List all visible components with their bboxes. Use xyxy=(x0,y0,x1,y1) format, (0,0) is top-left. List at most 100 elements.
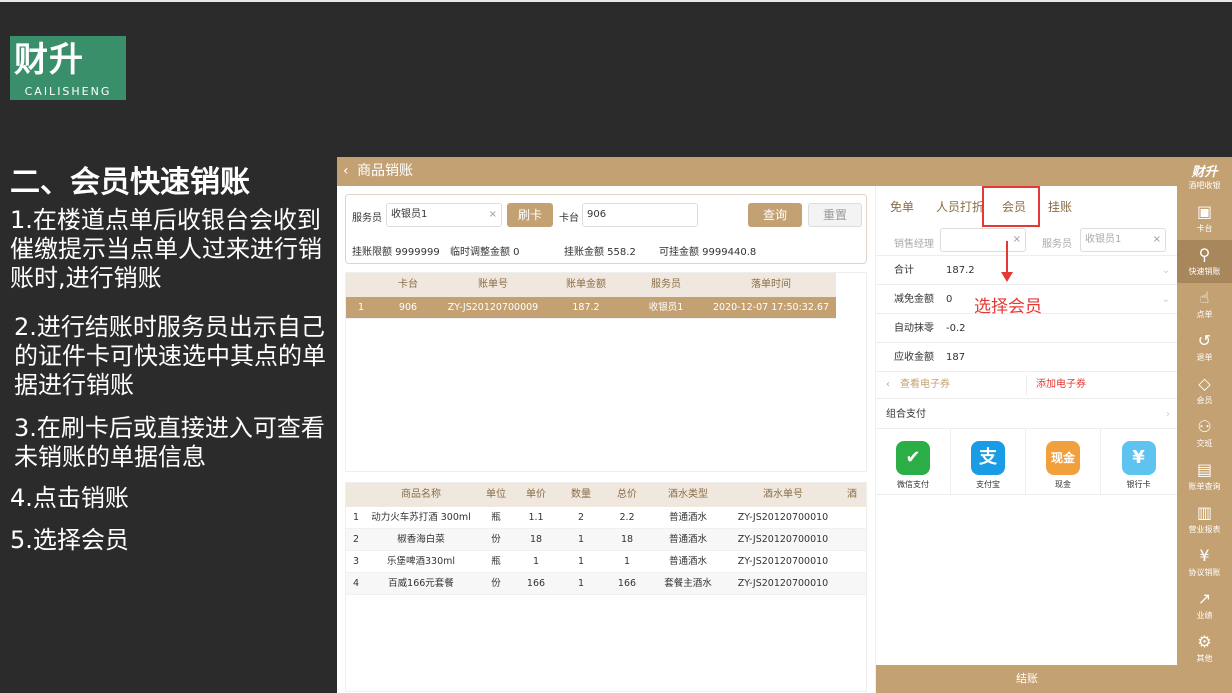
cell: 瓶 xyxy=(491,556,501,567)
item-row[interactable]: 1 动力火车苏打酒 300ml 瓶 1.1 2 2.2 普通酒水 ZY-JS20… xyxy=(346,507,866,529)
chevron-right-icon[interactable]: › xyxy=(1166,400,1170,429)
tab-credit[interactable]: 挂账 xyxy=(1048,198,1072,215)
sidebar-item-quick-settle[interactable]: ⚲ 快速销账 xyxy=(1177,240,1232,283)
report-icon: ▥ xyxy=(1196,503,1213,522)
clear-icon[interactable]: × xyxy=(1153,229,1161,251)
credit-limit: 挂账限额 9999999 xyxy=(352,247,440,258)
cell: 1 xyxy=(623,556,631,567)
server-value: 收银员1 xyxy=(1085,234,1122,245)
col-header: 服务员 xyxy=(651,279,681,290)
annotation-arrow xyxy=(1006,241,1008,273)
items-table: 商品名称 单位 单价 数量 总价 酒水类型 酒水单号 酒 1 动力火车苏打酒 3… xyxy=(345,482,867,692)
rounding-value: -0.2 xyxy=(946,323,966,334)
cell: 普通酒水 xyxy=(668,534,707,545)
document-icon: ▤ xyxy=(1196,460,1213,479)
sidebar-item-agreement[interactable]: ¥ 协议销账 xyxy=(1177,541,1232,584)
sidebar-item-bill-query[interactable]: ▤ 账单查询 xyxy=(1177,455,1232,498)
annotation-label: 选择会员 xyxy=(974,297,1042,317)
step-3: 3.在刷卡后或直接进入可查看未销账的单据信息 xyxy=(14,414,325,471)
cell: 1 xyxy=(577,534,585,545)
cash-button[interactable]: 现金 现金 xyxy=(1026,429,1101,495)
combo-pay-row[interactable]: 组合支付 › xyxy=(876,400,1178,429)
sidebar-item-label: 退单 xyxy=(1196,353,1213,362)
clear-icon[interactable]: × xyxy=(1013,229,1021,251)
manager-select[interactable]: × xyxy=(940,228,1026,252)
item-row[interactable]: 4 百威166元套餐 份 166 1 166 套餐主酒水 ZY-JS201207… xyxy=(346,573,866,595)
bill-row[interactable]: 1 906 ZY-JS20120700009 187.2 收银员1 2020-1… xyxy=(346,297,836,319)
col-header: 账单金额 xyxy=(566,279,606,290)
payment-label: 微信支付 xyxy=(897,480,929,489)
cell: ZY-JS20120700010 xyxy=(737,556,829,567)
sidebar-item-reports[interactable]: ▥ 营业报表 xyxy=(1177,498,1232,541)
query-button[interactable]: 查询 xyxy=(748,203,802,227)
sidebar-item-refund[interactable]: ↺ 退单 xyxy=(1177,326,1232,369)
left-panel: 服务员 收银员1 × 刷卡 卡台 906 查询 重置 挂账限额 9999999 临… xyxy=(337,186,875,693)
item-row[interactable]: 2 椒香海白菜 份 18 1 18 普通酒水 ZY-JS20120700010 xyxy=(346,529,866,551)
sidebar-item-shift[interactable]: ⚇ 交班 xyxy=(1177,412,1232,455)
cell: 瓶 xyxy=(491,512,501,523)
coupon-row: ‹ 查看电子券 添加电子券 xyxy=(876,371,1178,399)
sidebar-item-label: 快速销账 xyxy=(1188,267,1221,276)
swipe-card-button[interactable]: 刷卡 xyxy=(507,203,553,227)
cell: 3 xyxy=(352,556,360,567)
combo-pay-label: 组合支付 xyxy=(886,409,926,420)
wechat-pay-button[interactable]: ✔ 微信支付 xyxy=(876,429,951,495)
chevron-left-icon[interactable]: ‹ xyxy=(886,371,890,399)
tab-staff-discount[interactable]: 人员打折 xyxy=(936,198,984,215)
sidebar-header: 财升 酒吧收银 xyxy=(1177,157,1232,197)
cailisheng-logo: 财升 CAILISHENG xyxy=(10,36,126,100)
sidebar-item-tables[interactable]: ▣ 卡台 xyxy=(1177,197,1232,240)
col-header: 落单时间 xyxy=(751,279,791,290)
bills-table: 卡台 账单号 账单金额 服务员 落单时间 1 906 ZY-JS20120700… xyxy=(345,272,867,472)
sidebar-item-label: 协议销账 xyxy=(1188,568,1221,577)
sidebar-subtitle: 酒吧收银 xyxy=(1188,181,1221,190)
pos-app-screenshot: ‹ 商品销账 服务员 收银员1 × 刷卡 卡台 906 查询 重置 挂账限额 99… xyxy=(337,157,1232,693)
sidebar-item-label: 卡台 xyxy=(1196,224,1213,233)
waiter-value: 收银员1 xyxy=(391,209,428,220)
sidebar-item-order[interactable]: ☝ 点单 xyxy=(1177,283,1232,326)
manager-label: 销售经理 xyxy=(894,239,934,250)
total-label: 合计 xyxy=(894,265,914,276)
cell: 1.1 xyxy=(528,512,544,523)
users-icon: ⚇ xyxy=(1197,417,1212,436)
chevron-down-icon[interactable]: ⌄ xyxy=(1162,256,1170,285)
tab-free-order[interactable]: 免单 xyxy=(890,198,914,215)
discount-label: 减免金额 xyxy=(894,294,934,305)
bills-table-header: 卡台 账单号 账单金额 服务员 落单时间 xyxy=(346,273,836,297)
cell: 166 xyxy=(526,578,546,589)
sidebar-item-member[interactable]: ◇ 会员 xyxy=(1177,369,1232,412)
payment-label: 现金 xyxy=(1055,480,1071,489)
discount-value: 0 xyxy=(946,294,953,305)
reset-button[interactable]: 重置 xyxy=(808,203,862,227)
checkout-button[interactable]: 结账 xyxy=(876,665,1178,693)
add-coupon-link[interactable]: 添加电子券 xyxy=(1036,371,1086,399)
diamond-icon: ◇ xyxy=(1198,374,1211,393)
table-input[interactable]: 906 xyxy=(582,203,698,227)
waiter-label: 服务员 xyxy=(352,213,382,224)
bank-card-button[interactable]: ¥ 银行卡 xyxy=(1101,429,1176,495)
cell: 椒香海白菜 xyxy=(397,534,445,545)
alipay-button[interactable]: 支支付宝 xyxy=(951,429,1026,495)
member-highlight-box xyxy=(982,186,1040,227)
step-5: 5.选择会员 xyxy=(10,526,129,554)
step-2: 2.进行结账时服务员出示自己的证件卡可快速选中其点的单据进行销账 xyxy=(14,313,326,399)
chevron-down-icon[interactable]: ⌄ xyxy=(1162,285,1170,314)
back-icon[interactable]: ‹ xyxy=(343,163,349,179)
server-label: 服务员 xyxy=(1042,239,1072,250)
clear-icon[interactable]: × xyxy=(489,204,497,226)
sidebar-item-performance[interactable]: ↗ 业绩 xyxy=(1177,584,1232,627)
cell: 2.2 xyxy=(619,512,635,523)
cell: 4 xyxy=(352,578,360,589)
col-header: 账单号 xyxy=(478,279,508,290)
cell: 份 xyxy=(491,534,501,545)
cell: 166 xyxy=(617,578,637,589)
refund-icon: ↺ xyxy=(1197,331,1212,350)
logo-mark: 财升 xyxy=(14,40,84,80)
sidebar-item-label: 营业报表 xyxy=(1188,525,1221,534)
view-coupon-link[interactable]: 查看电子券 xyxy=(900,371,950,399)
waiter-input[interactable]: 收银员1 × xyxy=(386,203,502,227)
sidebar-item-other[interactable]: ⚙ 其他 xyxy=(1177,627,1232,670)
item-row[interactable]: 3 乐堡啤酒330ml 瓶 1 1 1 普通酒水 ZY-JS2012070001… xyxy=(346,551,866,573)
server-select[interactable]: 收银员1 × xyxy=(1080,228,1166,252)
slide-title: 二、会员快速销账 xyxy=(10,165,250,200)
